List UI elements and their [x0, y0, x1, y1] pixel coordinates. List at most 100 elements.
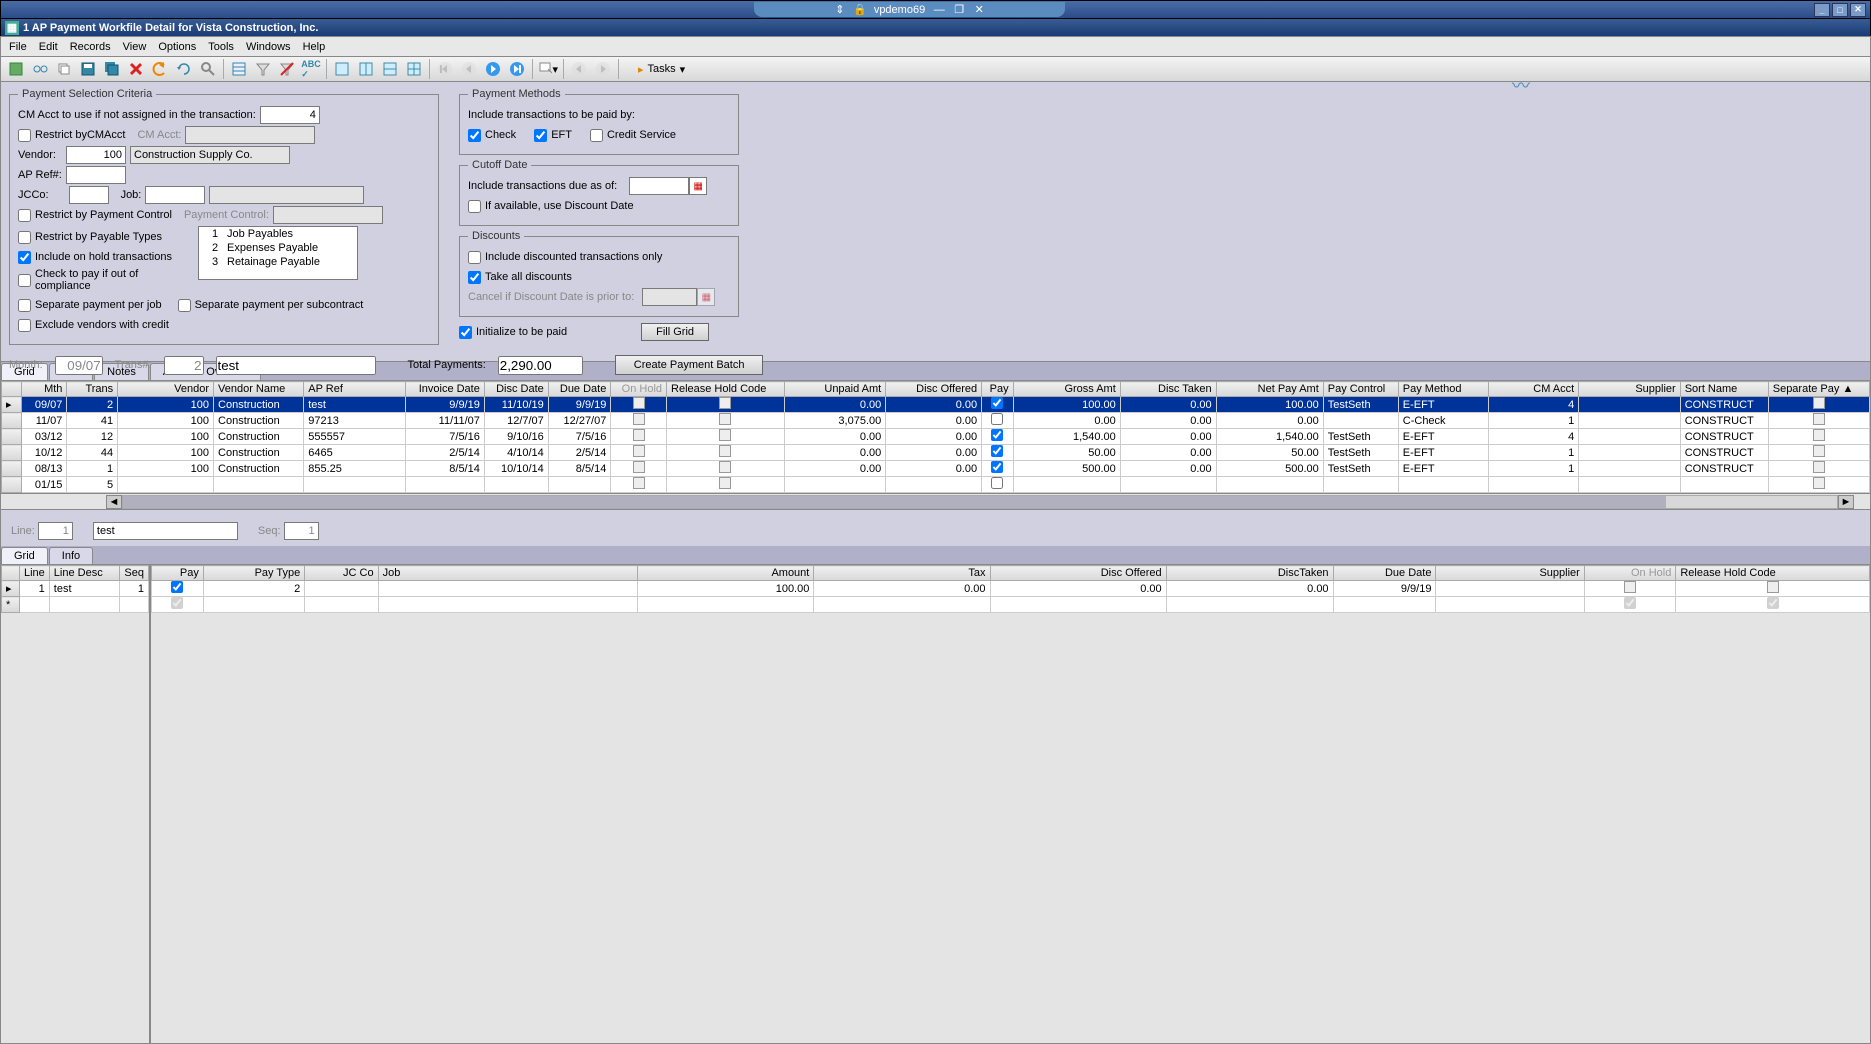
due-as-of-input[interactable] — [629, 177, 689, 195]
mdi-min-icon[interactable]: — — [933, 4, 945, 16]
col-apref[interactable]: AP Ref — [304, 382, 406, 397]
scol-amount[interactable]: Amount — [638, 566, 814, 581]
scol-onhold[interactable]: On Hold — [1584, 566, 1676, 581]
save-icon[interactable] — [77, 58, 99, 80]
col-trans[interactable]: Trans — [67, 382, 118, 397]
pin-icon[interactable]: ⇕ — [834, 4, 846, 16]
col-gross[interactable]: Gross Amt — [1013, 382, 1120, 397]
detail-grid-left[interactable]: Line Line Desc Seq ▸ 1 test 1 * — [1, 565, 149, 613]
forward-icon[interactable] — [592, 58, 614, 80]
col-invdate[interactable]: Invoice Date — [405, 382, 484, 397]
jcco-input[interactable] — [69, 186, 109, 204]
back-icon[interactable] — [568, 58, 590, 80]
eft-checkbox[interactable] — [534, 129, 547, 142]
table-row[interactable]: 11/07 41 100 Construction 97213 11/11/07… — [2, 413, 1870, 429]
scol-release[interactable]: Release Hold Code — [1676, 566, 1870, 581]
only-disc-checkbox[interactable] — [468, 251, 481, 264]
menu-help[interactable]: Help — [303, 41, 326, 53]
main-grid[interactable]: Mth Trans Vendor Vendor Name AP Ref Invo… — [1, 381, 1870, 493]
pay-checkbox[interactable] — [991, 445, 1003, 457]
detail-row[interactable]: 2 100.00 0.00 0.00 0.00 9/9/19 — [152, 581, 1870, 597]
scol-seq[interactable]: Seq — [120, 566, 149, 581]
col-vname[interactable]: Vendor Name — [214, 382, 304, 397]
mdi-close-icon[interactable]: ✕ — [973, 4, 985, 16]
detail-grid-right[interactable]: Pay Pay Type JC Co Job Amount Tax Disc O… — [151, 565, 1870, 613]
restrict-payctrl-checkbox[interactable] — [18, 209, 31, 222]
mdi-restore-icon[interactable]: ❐ — [953, 4, 965, 16]
restrict-cm-checkbox[interactable] — [18, 129, 31, 142]
table-row[interactable]: 03/12 12 100 Construction 555557 7/5/16 … — [2, 429, 1870, 445]
grid-icon[interactable] — [228, 58, 250, 80]
scol-tax[interactable]: Tax — [814, 566, 990, 581]
scol-jcco[interactable]: JC Co — [305, 566, 378, 581]
next-icon[interactable] — [482, 58, 504, 80]
last-icon[interactable] — [506, 58, 528, 80]
include-hold-checkbox[interactable] — [18, 251, 31, 264]
detail-row[interactable]: ▸ 1 test 1 — [2, 581, 149, 597]
line-desc-input[interactable] — [93, 522, 238, 540]
vendor-input[interactable] — [66, 146, 126, 164]
col-paymethod[interactable]: Pay Method — [1398, 382, 1488, 397]
pay-checkbox[interactable] — [991, 413, 1003, 425]
table-row[interactable]: ▸ 09/07 2 100 Construction test 9/9/19 1… — [2, 397, 1870, 413]
sep-per-job-checkbox[interactable] — [18, 299, 31, 312]
refresh-icon[interactable] — [173, 58, 195, 80]
col-sortname[interactable]: Sort Name — [1680, 382, 1768, 397]
apref-input[interactable] — [66, 166, 126, 184]
restrict-payable-checkbox[interactable] — [18, 231, 31, 244]
lock-icon[interactable]: 🔒 — [854, 4, 866, 16]
col-discoff[interactable]: Disc Offered — [886, 382, 982, 397]
col-disctaken[interactable]: Disc Taken — [1120, 382, 1216, 397]
col-vendor[interactable]: Vendor — [118, 382, 214, 397]
scol-job[interactable]: Job — [378, 566, 638, 581]
job-input[interactable] — [145, 186, 205, 204]
glasses-icon[interactable] — [29, 58, 51, 80]
menu-windows[interactable]: Windows — [246, 41, 291, 53]
search-icon[interactable] — [197, 58, 219, 80]
exclude-credit-checkbox[interactable] — [18, 319, 31, 332]
col-pay[interactable]: Pay — [982, 382, 1014, 397]
window4-icon[interactable] — [403, 58, 425, 80]
trans-desc-input[interactable] — [216, 356, 376, 375]
scol-ptype[interactable]: Pay Type — [203, 566, 304, 581]
credit-checkbox[interactable] — [590, 129, 603, 142]
scol-line[interactable]: Line — [20, 566, 50, 581]
close-button[interactable]: ✕ — [1850, 3, 1866, 17]
detail-pay-checkbox[interactable] — [171, 581, 183, 593]
delete-icon[interactable] — [125, 58, 147, 80]
table-row[interactable]: 01/15 5 — [2, 477, 1870, 493]
take-all-checkbox[interactable] — [468, 271, 481, 284]
menu-records[interactable]: Records — [70, 41, 111, 53]
related-icon[interactable]: ▾ — [537, 58, 559, 80]
col-netpay[interactable]: Net Pay Amt — [1216, 382, 1323, 397]
window3-icon[interactable] — [379, 58, 401, 80]
hscroll-right-icon[interactable]: ► — [1838, 495, 1854, 509]
sub-tab-info[interactable]: Info — [49, 547, 93, 564]
main-grid-hscroll[interactable]: ◄ ► — [0, 494, 1871, 510]
undo-icon[interactable] — [149, 58, 171, 80]
menu-tools[interactable]: Tools — [208, 41, 234, 53]
col-release[interactable]: Release Hold Code — [667, 382, 785, 397]
col-duedate[interactable]: Due Date — [548, 382, 611, 397]
save-all-icon[interactable] — [101, 58, 123, 80]
col-cmacct[interactable]: CM Acct — [1488, 382, 1578, 397]
new-icon[interactable] — [5, 58, 27, 80]
scol-supplier[interactable]: Supplier — [1436, 566, 1584, 581]
col-supplier[interactable]: Supplier — [1579, 382, 1681, 397]
use-discount-date-checkbox[interactable] — [468, 200, 481, 213]
pay-checkbox[interactable] — [991, 397, 1003, 409]
prev-icon[interactable] — [458, 58, 480, 80]
window1-icon[interactable] — [331, 58, 353, 80]
menu-edit[interactable]: Edit — [39, 41, 58, 53]
maximize-button[interactable]: □ — [1832, 3, 1848, 17]
menu-file[interactable]: File — [9, 41, 27, 53]
cm-acct-input[interactable] — [260, 106, 320, 124]
pay-checkbox[interactable] — [991, 477, 1003, 489]
col-seppay[interactable]: Separate Pay ▲ — [1768, 382, 1869, 397]
table-row[interactable]: 10/12 44 100 Construction 6465 2/5/14 4/… — [2, 445, 1870, 461]
scol-disctaken[interactable]: DiscTaken — [1166, 566, 1333, 581]
first-icon[interactable] — [434, 58, 456, 80]
col-payctrl[interactable]: Pay Control — [1323, 382, 1398, 397]
sub-tab-grid[interactable]: Grid — [1, 547, 48, 564]
scol-pay[interactable]: Pay — [152, 566, 204, 581]
